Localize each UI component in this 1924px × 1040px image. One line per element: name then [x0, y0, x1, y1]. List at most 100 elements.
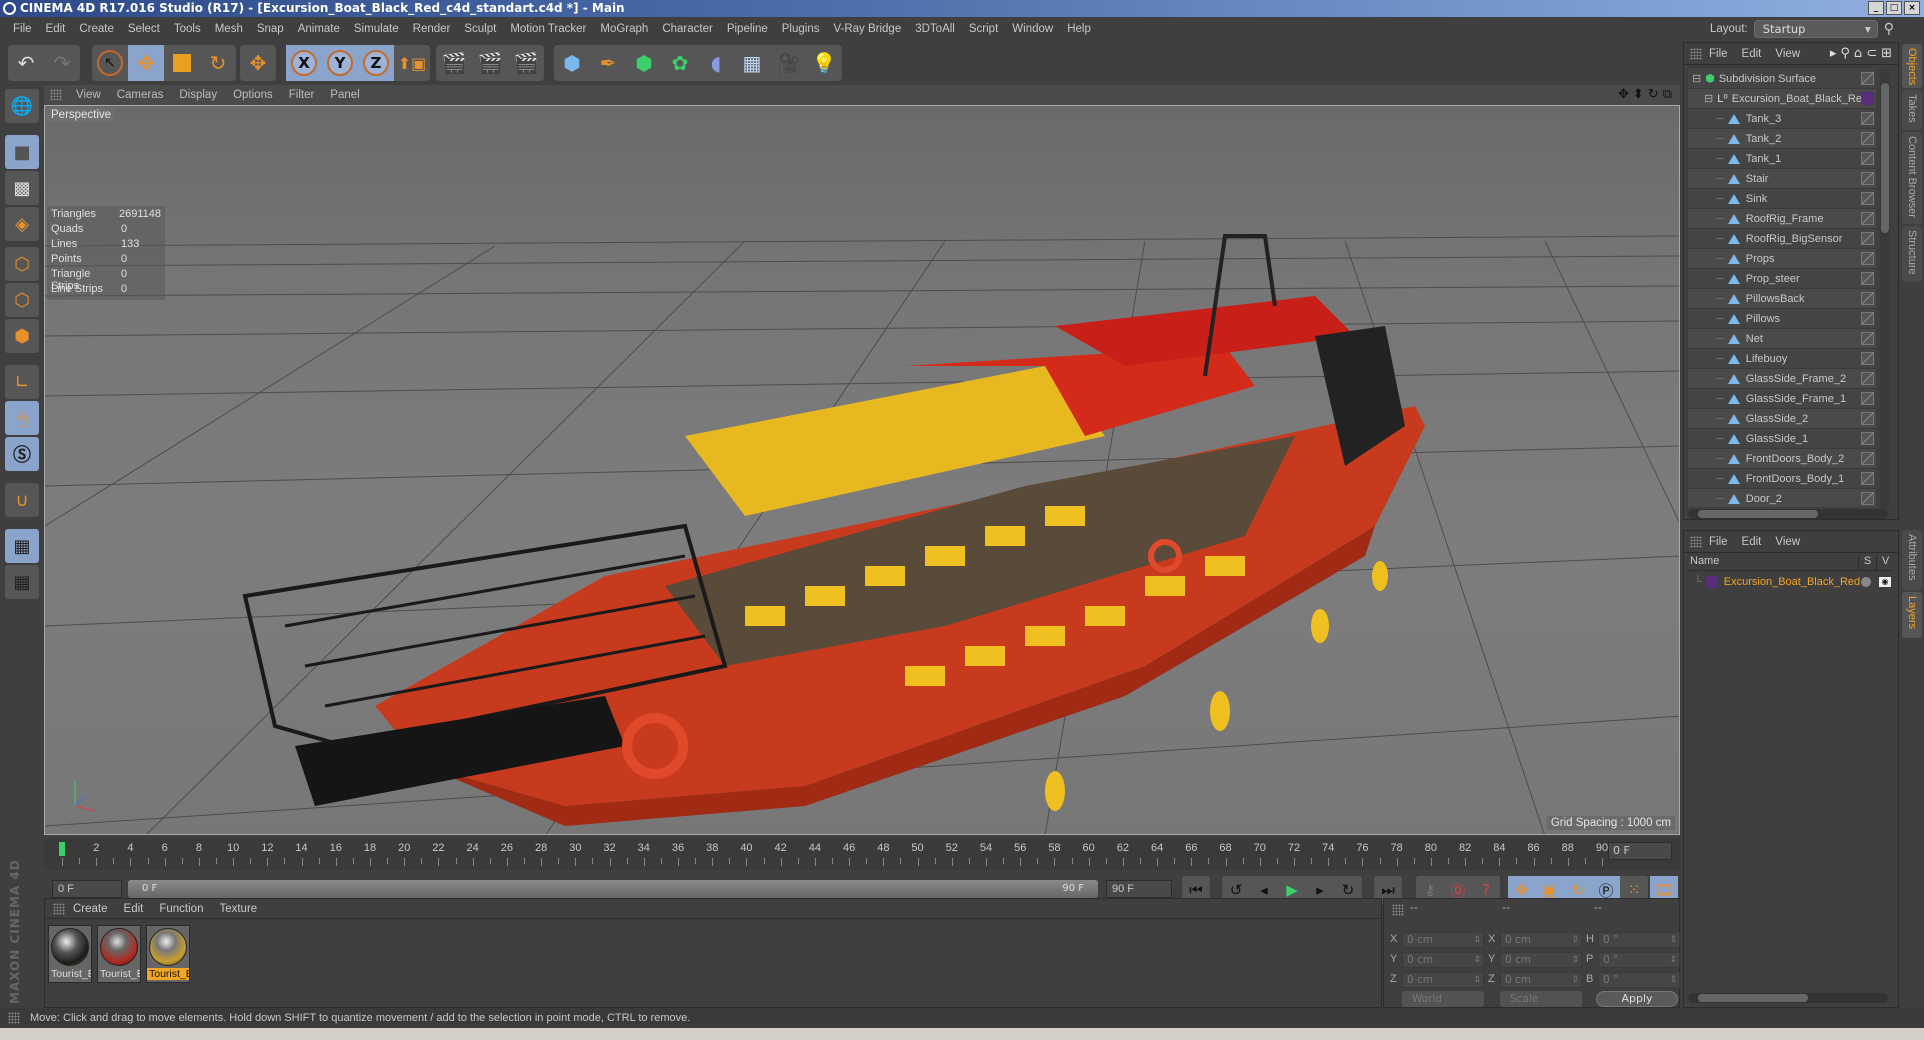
visibility-check-icon[interactable] [1861, 492, 1874, 505]
menu-mesh[interactable]: Mesh [208, 23, 250, 35]
visibility-check-icon[interactable] [1861, 392, 1874, 405]
redo-button[interactable]: ↷ [44, 45, 80, 81]
viewport-menu-filter[interactable]: Filter [281, 89, 323, 101]
coordinate-system-button[interactable]: ⬆▣ [394, 45, 430, 81]
material-menu-edit[interactable]: Edit [116, 903, 152, 915]
texture-mode-button[interactable]: ▩ [5, 171, 39, 205]
tab-attributes[interactable]: Attributes [1902, 530, 1922, 590]
object-row[interactable]: ─ Props [1688, 249, 1876, 269]
menu-motion-tracker[interactable]: Motion Tracker [503, 23, 593, 35]
render-picture-viewer-button[interactable]: 🎬 [472, 45, 508, 81]
polygons-mode-button[interactable]: ⬢ [5, 319, 39, 353]
object-row[interactable]: ─ GlassSide_Frame_2 [1688, 369, 1876, 389]
make-editable-button[interactable]: 🌐 [5, 89, 39, 123]
object-row[interactable]: ─ Door_2 [1688, 489, 1876, 507]
light-button[interactable]: 💡 [806, 45, 842, 81]
layer-row[interactable]: └ Excursion_Boat_Black_Red ◉ [1688, 573, 1894, 591]
current-frame-field[interactable]: 0 F [1608, 842, 1672, 860]
visibility-check-icon[interactable] [1861, 192, 1874, 205]
menu-window[interactable]: Window [1005, 23, 1060, 35]
object-menu-file[interactable]: File [1702, 48, 1735, 60]
viewport-menu-options[interactable]: Options [225, 89, 281, 101]
object-row[interactable]: ─ Tank_3 [1688, 109, 1876, 129]
size-mode-dropdown[interactable]: Scale [1500, 991, 1582, 1007]
viewport-menu-panel[interactable]: Panel [322, 89, 367, 101]
menu-mograph[interactable]: MoGraph [593, 23, 655, 35]
menu-select[interactable]: Select [121, 23, 167, 35]
menu-snap[interactable]: Snap [250, 23, 291, 35]
object-list-horizontal-scrollbar[interactable] [1688, 509, 1888, 519]
object-row[interactable]: ─ PillowsBack [1688, 289, 1876, 309]
more-arrow-icon[interactable]: ▸ [1830, 46, 1837, 61]
tab-takes[interactable]: Takes [1902, 90, 1922, 130]
move-tool-button[interactable]: ✥ [128, 45, 164, 81]
material-swatch-selected[interactable]: Tourist_B [146, 925, 190, 983]
rotate-view-icon[interactable]: ↻ [1648, 87, 1659, 102]
object-menu-edit[interactable]: Edit [1735, 48, 1769, 60]
pos-y-field[interactable]: 0 cm [1402, 952, 1484, 968]
visibility-check-icon[interactable] [1861, 372, 1874, 385]
visibility-check-icon[interactable] [1861, 252, 1874, 265]
object-list-vertical-scrollbar[interactable] [1880, 69, 1890, 509]
panel-grip-icon[interactable] [1392, 904, 1404, 916]
snap-button[interactable]: Ⓢ [5, 437, 39, 471]
object-row[interactable]: ─ RoofRig_BigSensor [1688, 229, 1876, 249]
viewport-menu-display[interactable]: Display [171, 89, 225, 101]
magnet-button[interactable]: ∪ [5, 483, 39, 517]
timeline-ruler[interactable]: 0246810121416182022242628303234363840424… [44, 838, 1680, 870]
array-button[interactable]: ✿ [662, 45, 698, 81]
eye-visibility-icon[interactable]: ◉ [1879, 577, 1891, 587]
tab-objects[interactable]: Objects [1902, 44, 1922, 88]
floor-button[interactable]: ▦ [734, 45, 770, 81]
deformer-button[interactable]: ◖ [698, 45, 734, 81]
object-menu-view[interactable]: View [1768, 48, 1807, 60]
playhead-marker[interactable] [59, 842, 65, 856]
name-column-header[interactable]: Name [1688, 555, 1858, 570]
menu-pipeline[interactable]: Pipeline [720, 23, 775, 35]
object-row[interactable]: ─ Stair [1688, 169, 1876, 189]
search-icon[interactable]: ⚲ [1884, 21, 1894, 37]
visibility-check-icon[interactable] [1861, 432, 1874, 445]
dolly-view-icon[interactable]: ⬍ [1633, 87, 1644, 102]
pan-view-icon[interactable]: ✥ [1618, 87, 1629, 102]
visibility-check-icon[interactable] [1861, 412, 1874, 425]
object-row-root[interactable]: ⊟ ⬢ Subdivision Surface [1688, 69, 1876, 89]
size-x-field[interactable]: 0 cm [1500, 932, 1582, 948]
z-axis-lock-button[interactable]: Z [358, 45, 394, 81]
home-icon[interactable]: ⌂ [1854, 46, 1862, 61]
rot-p-field[interactable]: 0 ° [1598, 952, 1680, 968]
object-row[interactable]: ─ GlassSide_Frame_1 [1688, 389, 1876, 409]
visibility-check-icon[interactable] [1861, 232, 1874, 245]
new-panel-icon[interactable]: ⊞ [1881, 46, 1892, 61]
coordinate-mode-dropdown[interactable]: World [1402, 991, 1484, 1007]
visibility-check-icon[interactable] [1861, 212, 1874, 225]
menu-create[interactable]: Create [72, 23, 121, 35]
cube-object-button[interactable]: ⬢ [554, 45, 590, 81]
workplane-mode-button[interactable]: ◈ [5, 207, 39, 241]
apply-button[interactable]: Apply [1596, 991, 1678, 1007]
menu-sculpt[interactable]: Sculpt [457, 23, 503, 35]
model-mode-button[interactable]: ■ [5, 135, 39, 169]
menu-help[interactable]: Help [1060, 23, 1098, 35]
size-y-field[interactable]: 0 cm [1500, 952, 1582, 968]
recent-tool-button[interactable]: ✥ [240, 45, 276, 81]
visibility-check-icon[interactable] [1861, 452, 1874, 465]
object-row[interactable]: ─ Sink [1688, 189, 1876, 209]
render-view-button[interactable]: 🎬 [436, 45, 472, 81]
panel-grip-icon[interactable] [1690, 47, 1702, 60]
render-settings-button[interactable]: 🎬 [508, 45, 544, 81]
subdivision-surface-button[interactable]: ⬢ [626, 45, 662, 81]
layer-menu-edit[interactable]: Edit [1735, 536, 1769, 548]
frame-ruler[interactable]: 0246810121416182022242628303234363840424… [52, 840, 1612, 868]
visibility-check-icon[interactable] [1861, 292, 1874, 305]
object-row[interactable]: ─ Tank_2 [1688, 129, 1876, 149]
panel-grip-icon[interactable] [50, 89, 62, 101]
visibility-check-icon[interactable] [1861, 332, 1874, 345]
object-row[interactable]: ─ Prop_steer [1688, 269, 1876, 289]
undo-button[interactable]: ↶ [8, 45, 44, 81]
visibility-check-icon[interactable] [1861, 72, 1874, 85]
pos-x-field[interactable]: 0 cm [1402, 932, 1484, 948]
visible-column-header[interactable]: V [1876, 555, 1894, 570]
material-menu-create[interactable]: Create [65, 903, 116, 915]
panel-grip-icon[interactable] [1690, 535, 1702, 548]
